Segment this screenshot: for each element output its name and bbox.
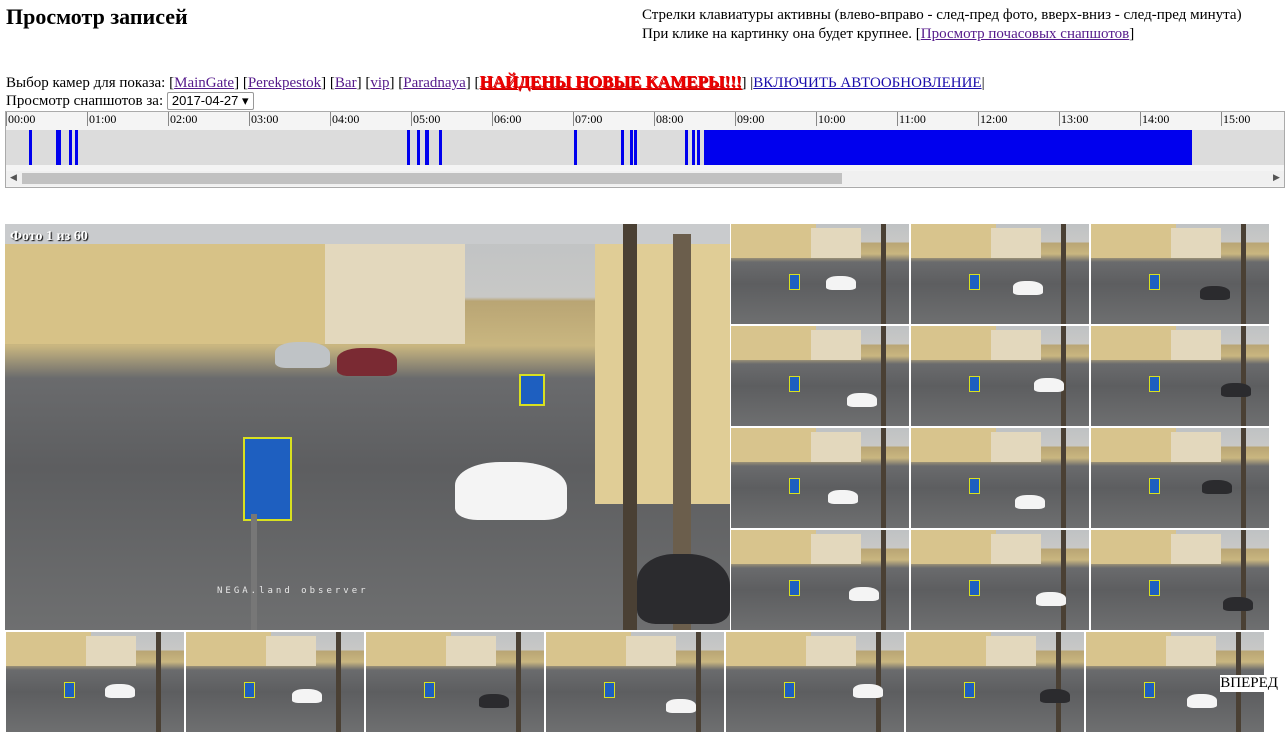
recording-segment[interactable] [74, 130, 78, 165]
snapshot-thumbnail[interactable] [731, 326, 909, 426]
timeline-hour-label: 12:00 [978, 112, 1008, 126]
help-line-2-text: При клике на картинку она будет крупнее.… [642, 26, 921, 42]
camera-link-perekpestok[interactable]: Perekpestok [248, 75, 321, 91]
camera-link-vip[interactable]: vip [370, 75, 389, 91]
snapshot-thumbnail[interactable] [911, 530, 1089, 630]
snapshot-thumbnail[interactable] [911, 326, 1089, 426]
help-bracket: ] [1129, 26, 1135, 42]
snapshot-thumbnail[interactable] [726, 632, 904, 732]
snapshot-thumbnail[interactable] [731, 530, 909, 630]
snapshot-thumbnail[interactable] [366, 632, 544, 732]
recording-segment[interactable] [406, 130, 410, 165]
scrollbar-thumb[interactable] [22, 173, 842, 184]
timeline-hour-label: 08:00 [654, 112, 684, 126]
watermark: NEGA.land observer [217, 586, 369, 596]
timeline-hour-label: 09:00 [735, 112, 765, 126]
snapshot-thumbnail[interactable] [911, 224, 1089, 324]
recording-segment[interactable] [704, 130, 1193, 165]
timeline-hour-label: 06:00 [492, 112, 522, 126]
recording-segment[interactable] [69, 130, 73, 165]
camera-label: Выбор камер для показа: [6, 75, 166, 91]
help-line-2: При клике на картинку она будет крупнее.… [642, 25, 1282, 44]
camera-link-maingate[interactable]: MainGate [174, 75, 234, 91]
date-select[interactable]: 2017-04-27 ▾ [166, 92, 254, 110]
forward-link[interactable]: ВПЕРЕД [1220, 675, 1278, 692]
timeline-hour-label: 05:00 [411, 112, 441, 126]
timeline-hour-label: 03:00 [249, 112, 279, 126]
timeline-hour-label: 11:00 [897, 112, 926, 126]
timeline-hour-label: 10:00 [816, 112, 846, 126]
timeline-hour-label: 01:00 [87, 112, 117, 126]
page-title: Просмотр записей [6, 4, 188, 29]
new-cameras-link[interactable]: НАЙДЕНЫ НОВЫЕ КАМЕРЫ!!! [479, 72, 741, 91]
snapshot-thumbnail[interactable] [731, 224, 909, 324]
timeline-scrollbar[interactable]: ◀ ▶ [6, 171, 1284, 186]
camera-link-bar[interactable]: Bar [335, 75, 357, 91]
recording-segment[interactable] [439, 130, 443, 165]
snapshot-thumbnail[interactable] [1091, 326, 1269, 426]
recording-segment[interactable] [29, 130, 33, 165]
timeline-hour-label: 02:00 [168, 112, 198, 126]
snapshot-thumbnail[interactable] [1091, 428, 1269, 528]
snapshot-thumbnail[interactable] [186, 632, 364, 732]
timeline-hour-label: 13:00 [1059, 112, 1089, 126]
autorefresh-link[interactable]: ВКЛЮЧИТЬ АВТООБНОВЛЕНИЕ [753, 75, 981, 91]
timeline-track[interactable] [6, 130, 1284, 165]
scroll-left-icon[interactable]: ◀ [6, 171, 21, 186]
help-line-1: Стрелки клавиатуры активны (влево-вправо… [642, 7, 1242, 23]
recording-segment[interactable] [416, 130, 420, 165]
snapshot-thumbnail[interactable] [731, 428, 909, 528]
recording-segment[interactable] [633, 130, 637, 165]
date-value: 2017-04-27 [171, 93, 239, 108]
recording-segment[interactable] [696, 130, 700, 165]
scroll-right-icon[interactable]: ▶ [1269, 171, 1284, 186]
camera-selector: Выбор камер для показа: [MainGate] [Pere… [6, 72, 985, 91]
timeline-hour-label: 07:00 [573, 112, 603, 126]
snapshot-thumbnail[interactable] [906, 632, 1084, 732]
snapshot-thumbnail[interactable] [911, 428, 1089, 528]
snapshot-thumbnail[interactable] [546, 632, 724, 732]
hourly-snapshots-link[interactable]: Просмотр почасовых снапшотов [921, 26, 1130, 42]
snapshot-thumbnail[interactable] [6, 632, 184, 732]
main-photo[interactable]: Фото 1 из 60 NEGA.land observer [5, 224, 730, 630]
photo-counter: Фото 1 из 60 [10, 229, 88, 244]
help-text: Стрелки клавиатуры активны (влево-вправо… [642, 6, 1282, 44]
recording-segment[interactable] [574, 130, 578, 165]
camera-link-paradnaya[interactable]: Paradnaya [403, 75, 465, 91]
recording-segment[interactable] [620, 130, 624, 165]
timeline-hour-label: 04:00 [330, 112, 360, 126]
date-selector: Просмотр снапшотов за: 2017-04-27 ▾ [6, 92, 254, 110]
chevron-down-icon: ▾ [242, 93, 249, 108]
snapshot-thumbnail[interactable] [1091, 530, 1269, 630]
timeline-hour-label: 00:00 [6, 112, 36, 126]
recording-segment[interactable] [685, 130, 689, 165]
snapshot-thumbnail[interactable] [1091, 224, 1269, 324]
recording-segment[interactable] [425, 130, 430, 165]
timeline[interactable]: 00:00 01:00 02:00 03:00 04:00 05:00 06:00 07:00… [5, 111, 1285, 188]
recording-segment[interactable] [691, 130, 695, 165]
recording-segment[interactable] [56, 130, 61, 165]
timeline-hour-label: 15:00 [1221, 112, 1251, 126]
timeline-hour-label: 14:00 [1140, 112, 1170, 126]
date-label: Просмотр снапшотов за: [6, 93, 164, 109]
